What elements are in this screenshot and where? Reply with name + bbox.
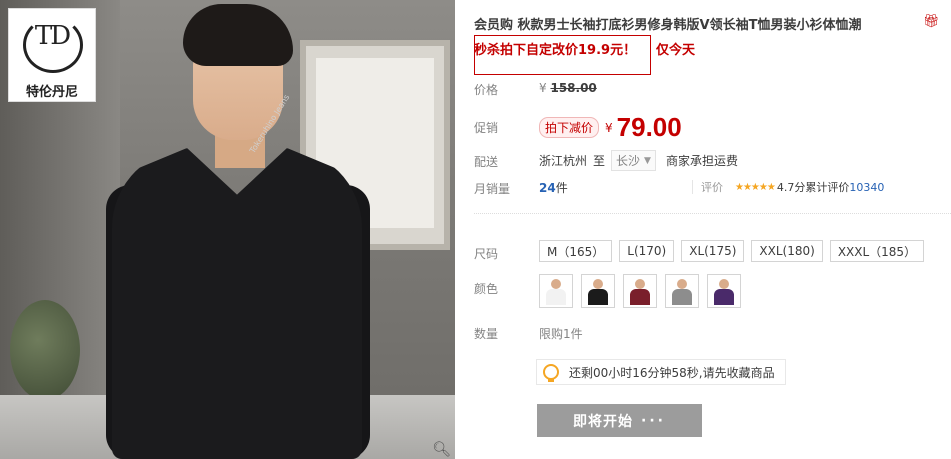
city-select[interactable]: 长沙 ▼ xyxy=(611,150,656,171)
gift-icon: 🎁︎ xyxy=(923,14,940,29)
chevron-down-icon: ▼ xyxy=(644,155,651,166)
product-photo[interactable]: Tokeruhino Jeans TD 特伦丹尼 🔍︎ xyxy=(0,0,455,459)
rating-label: 评价 xyxy=(701,181,723,194)
product-title: 会员购 秋款男士长袖打底衫男修身韩版V领长袖T恤男装小衫体恤潮 xyxy=(474,18,862,33)
purchase-limit: 限购1件 xyxy=(539,327,583,341)
model-shirt xyxy=(112,148,362,459)
brand-logo: TD 特伦丹尼 xyxy=(8,8,96,102)
original-price: ¥ 158.00 xyxy=(539,81,597,95)
rating-score: 4.7分 xyxy=(776,181,806,194)
delivery-row: 浙江杭州 至 长沙 ▼ 商家承担运费 xyxy=(539,150,738,171)
delivery-from: 浙江杭州 xyxy=(539,154,588,168)
promo-price-row: 拍下减价 ¥ 79.00 xyxy=(539,112,682,143)
color-swatch-white[interactable] xyxy=(539,274,573,308)
divider xyxy=(474,213,951,214)
quantity-label: 数量 xyxy=(474,327,499,341)
size-option-xxxl[interactable]: XXXL（185） xyxy=(829,240,925,262)
countdown-text: 还剩00小时16分钟58秒,请先收藏商品 xyxy=(569,365,775,380)
house-icon xyxy=(758,393,804,439)
size-option-xxl[interactable]: XXL(180) xyxy=(751,240,823,262)
countdown-notice: 还剩00小时16分钟58秒,请先收藏商品 xyxy=(536,359,786,385)
sales-count: 24 xyxy=(539,181,556,195)
lightbulb-icon xyxy=(543,364,559,382)
watermark-text: 08我家 xyxy=(814,399,916,434)
original-price-value: 158.00 xyxy=(550,81,597,95)
price-label: 价格 xyxy=(474,83,499,97)
star-rating-icon: ★★★★★ xyxy=(735,181,776,193)
promo-today: 仅今天 xyxy=(656,43,696,58)
site-watermark: 08我家 myhome2008.com xyxy=(750,385,951,459)
photo-plant xyxy=(10,300,80,400)
watermark-url: myhome2008.com xyxy=(822,435,935,449)
zoom-icon[interactable]: 🔍︎ xyxy=(432,440,451,458)
color-swatch-gray[interactable] xyxy=(665,274,699,308)
reviews-count-link[interactable]: 10340 xyxy=(849,181,884,194)
laurel-icon xyxy=(23,17,83,73)
rating-row: 评价 ★★★★★ 4.7分 累计评价 10340 xyxy=(692,179,884,195)
size-options: M（165） L(170) XL(175) XXL(180) XXXL（185） xyxy=(539,240,925,262)
coming-soon-button[interactable]: 即将开始 ··· xyxy=(537,404,702,437)
delivery-label: 配送 xyxy=(474,155,499,169)
size-option-xl[interactable]: XL(175) xyxy=(681,240,745,262)
promo-text: 秒杀拍下自定改价19.9元！ xyxy=(474,43,637,58)
monthly-sales: 24件 xyxy=(539,181,568,195)
freight-info: 商家承担运费 xyxy=(665,154,738,168)
monthly-sales-label: 月销量 xyxy=(474,182,511,196)
color-options xyxy=(539,274,741,308)
size-label: 尺码 xyxy=(474,247,499,261)
promo-tag: 拍下减价 xyxy=(539,117,600,138)
promotion-label: 促销 xyxy=(474,121,499,135)
color-label: 颜色 xyxy=(474,282,499,296)
reviews-label: 累计评价 xyxy=(805,181,850,194)
brand-name: 特伦丹尼 xyxy=(25,85,78,100)
current-price: 79.00 xyxy=(616,112,682,142)
color-swatch-black[interactable] xyxy=(581,274,615,308)
size-option-l[interactable]: L(170) xyxy=(619,240,675,262)
size-option-m[interactable]: M（165） xyxy=(539,240,613,262)
color-swatch-wine[interactable] xyxy=(623,274,657,308)
color-swatch-purple[interactable] xyxy=(707,274,741,308)
